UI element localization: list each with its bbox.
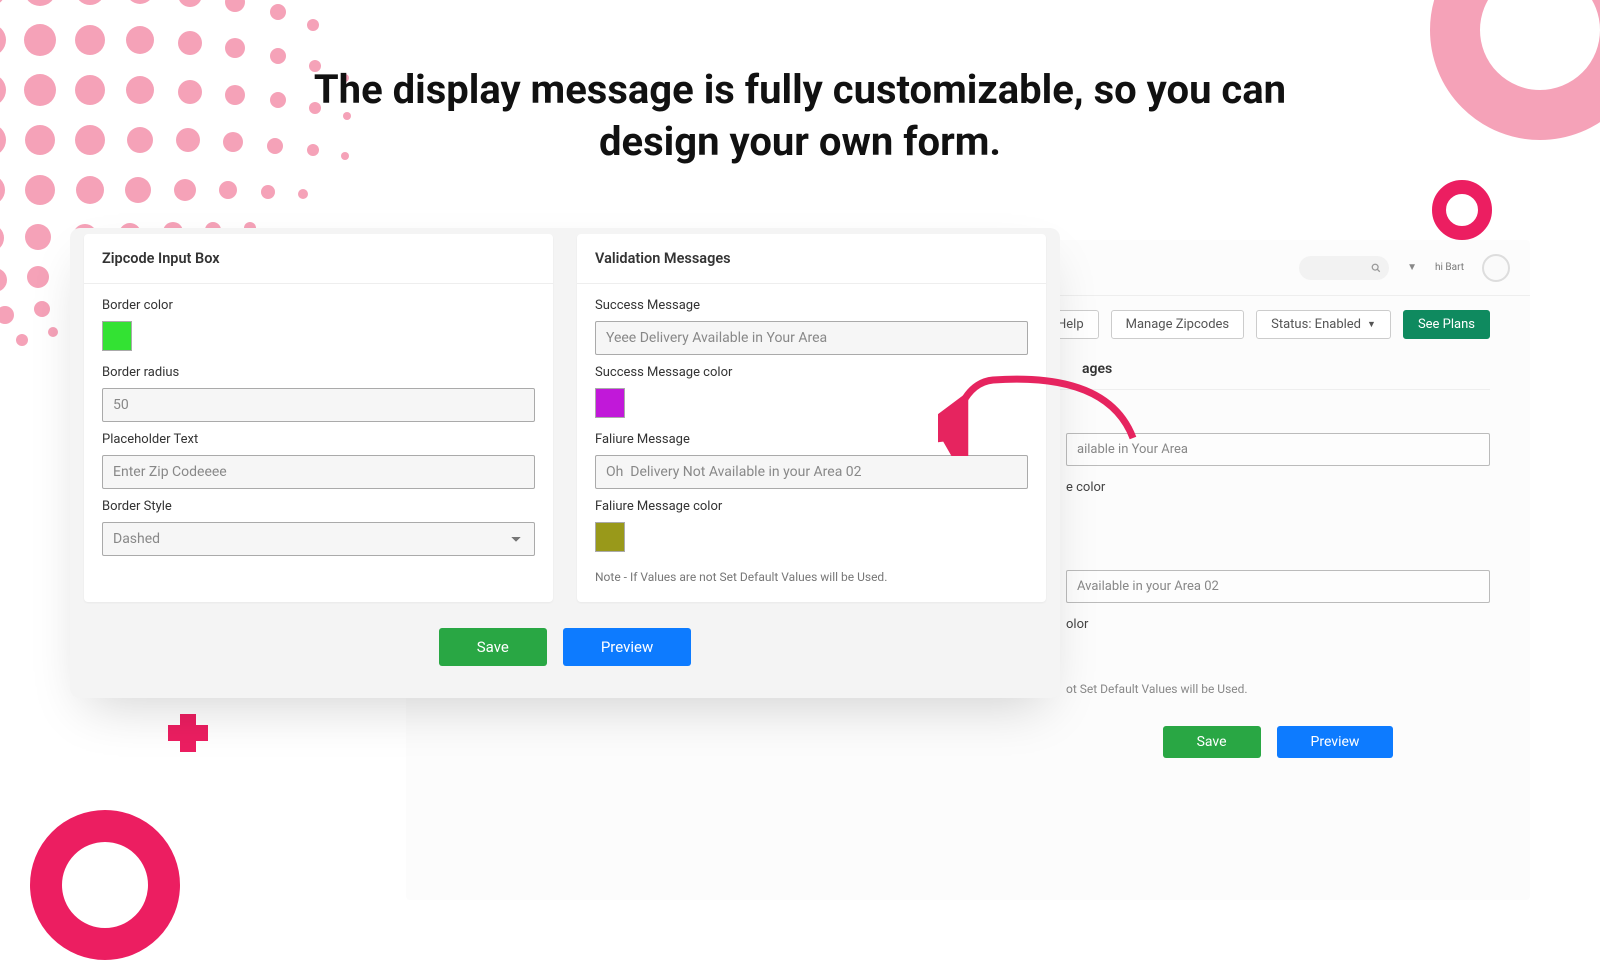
headline: The display message is fully customizabl… <box>300 64 1300 168</box>
bg-avatar[interactable] <box>1482 254 1510 282</box>
bg-status-button[interactable]: Status: Enabled▼ <box>1256 310 1391 339</box>
decorative-ring-small <box>1432 180 1492 240</box>
bg-dropdown-caret[interactable]: ▼ <box>1407 262 1417 273</box>
zipcode-panel-title: Zipcode Input Box <box>84 234 553 284</box>
failure-color-label: Faliure Message color <box>595 499 1028 514</box>
bg-failure-color-label: olor <box>1066 617 1490 632</box>
decorative-ring-large <box>1430 0 1600 140</box>
border-style-select[interactable]: Dashed <box>102 522 535 556</box>
success-color-label: Success Message color <box>595 365 1028 380</box>
bg-success-input[interactable] <box>1066 433 1490 466</box>
decorative-cross <box>168 714 208 752</box>
bg-note: ot Set Default Values will be Used. <box>1066 682 1490 696</box>
bg-manage-zipcodes-button[interactable]: Manage Zipcodes <box>1111 310 1245 339</box>
save-button[interactable]: Save <box>439 628 547 666</box>
border-radius-label: Border radius <box>102 365 535 380</box>
preview-button[interactable]: Preview <box>563 628 691 666</box>
failure-color-swatch[interactable] <box>595 522 625 552</box>
success-color-swatch[interactable] <box>595 388 625 418</box>
bg-preview-button[interactable]: Preview <box>1277 726 1394 758</box>
border-color-label: Border color <box>102 298 535 313</box>
bg-see-plans-button[interactable]: See Plans <box>1403 310 1490 339</box>
success-message-label: Success Message <box>595 298 1028 313</box>
validation-messages-panel: Validation Messages Success Message Succ… <box>577 234 1046 602</box>
border-radius-input[interactable] <box>102 388 535 422</box>
decorative-ring-bottom <box>30 810 180 960</box>
border-style-label: Border Style <box>102 499 535 514</box>
bg-failure-input[interactable] <box>1066 570 1490 603</box>
placeholder-text-label: Placeholder Text <box>102 432 535 447</box>
validation-panel-title: Validation Messages <box>577 234 1046 284</box>
failure-message-input[interactable] <box>595 455 1028 489</box>
placeholder-text-input[interactable] <box>102 455 535 489</box>
validation-note: Note - If Values are not Set Default Val… <box>595 570 1028 584</box>
chevron-down-icon: ▼ <box>1367 319 1376 330</box>
success-message-input[interactable] <box>595 321 1028 355</box>
bg-success-color-label: e color <box>1066 480 1490 495</box>
bg-search[interactable] <box>1299 256 1389 280</box>
bg-save-button[interactable]: Save <box>1163 726 1261 758</box>
failure-message-label: Faliure Message <box>595 432 1028 447</box>
zipcode-input-panel: Zipcode Input Box Border color Border ra… <box>84 234 553 602</box>
settings-card: Zipcode Input Box Border color Border ra… <box>70 228 1060 698</box>
border-color-swatch[interactable] <box>102 321 132 351</box>
bg-greeting: hi Bart <box>1435 262 1464 273</box>
